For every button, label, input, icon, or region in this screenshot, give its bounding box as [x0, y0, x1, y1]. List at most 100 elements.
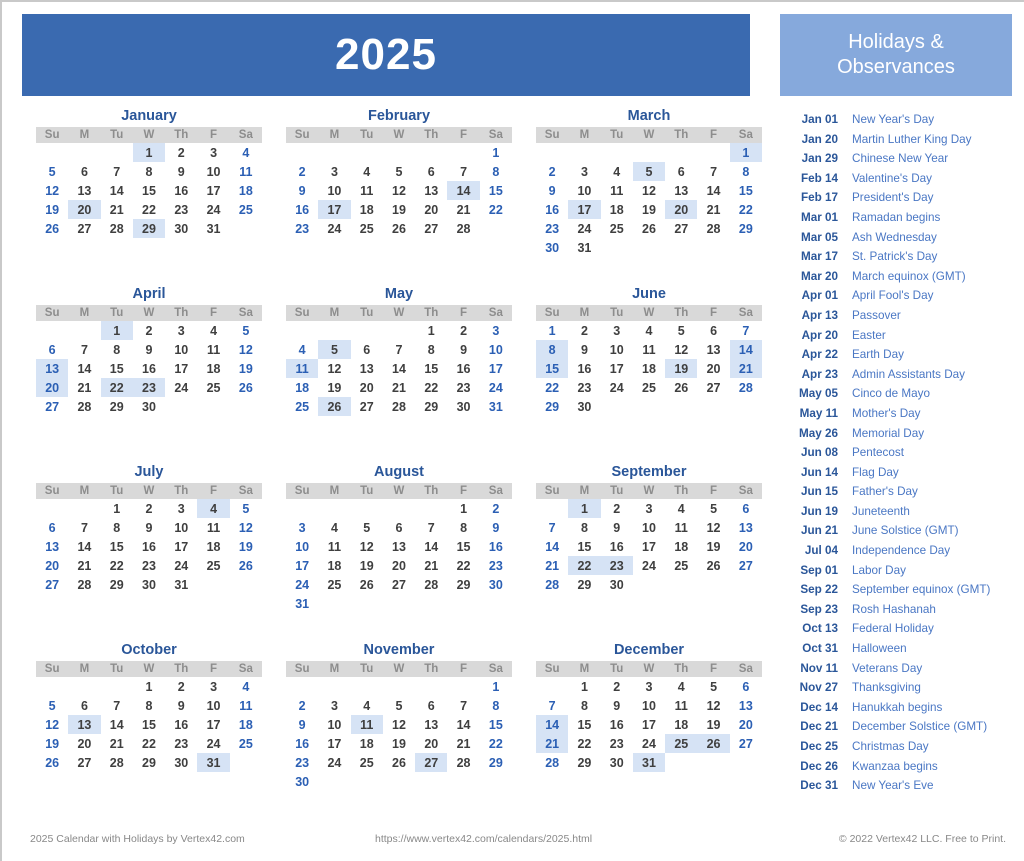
- day-cell[interactable]: 7: [536, 518, 568, 537]
- day-cell[interactable]: 27: [415, 753, 448, 772]
- day-cell[interactable]: 14: [729, 340, 762, 359]
- day-cell[interactable]: 28: [101, 753, 133, 772]
- day-cell[interactable]: 13: [68, 715, 101, 734]
- day-cell[interactable]: 21: [101, 200, 133, 219]
- day-cell[interactable]: 14: [101, 715, 133, 734]
- day-cell[interactable]: 17: [318, 200, 351, 219]
- day-cell[interactable]: 6: [415, 696, 447, 715]
- day-cell[interactable]: 29: [480, 753, 512, 772]
- day-cell[interactable]: 11: [318, 537, 350, 556]
- day-cell[interactable]: 8: [133, 696, 165, 715]
- day-cell[interactable]: 25: [230, 734, 262, 753]
- day-cell[interactable]: 26: [697, 734, 730, 753]
- day-cell[interactable]: 15: [133, 715, 165, 734]
- day-cell[interactable]: 18: [197, 359, 229, 378]
- day-cell[interactable]: 2: [568, 321, 600, 340]
- day-cell[interactable]: 16: [601, 715, 633, 734]
- day-cell[interactable]: 5: [697, 677, 729, 696]
- day-cell[interactable]: 20: [36, 378, 69, 397]
- day-cell[interactable]: 12: [383, 715, 415, 734]
- day-cell[interactable]: 8: [536, 340, 569, 359]
- day-cell[interactable]: 25: [197, 556, 229, 575]
- day-cell[interactable]: 1: [101, 499, 133, 518]
- day-cell[interactable]: 22: [568, 734, 600, 753]
- day-cell[interactable]: 13: [36, 359, 69, 378]
- day-cell[interactable]: 20: [730, 537, 762, 556]
- day-cell[interactable]: 21: [68, 556, 100, 575]
- day-cell[interactable]: 25: [230, 200, 262, 219]
- day-cell[interactable]: 21: [447, 200, 479, 219]
- day-cell[interactable]: 21: [536, 556, 568, 575]
- day-cell[interactable]: 12: [36, 181, 68, 200]
- footer-url[interactable]: https://www.vertex42.com/calendars/2025.…: [375, 833, 839, 845]
- day-cell[interactable]: 27: [36, 397, 68, 416]
- day-cell[interactable]: 9: [447, 340, 479, 359]
- day-cell[interactable]: 3: [633, 677, 665, 696]
- day-cell[interactable]: 28: [697, 219, 729, 238]
- day-cell[interactable]: 23: [165, 734, 197, 753]
- day-cell[interactable]: 4: [286, 340, 318, 359]
- day-cell[interactable]: 19: [383, 200, 415, 219]
- day-cell[interactable]: 29: [133, 753, 165, 772]
- day-cell[interactable]: 19: [230, 359, 262, 378]
- day-cell[interactable]: 22: [730, 200, 762, 219]
- day-cell[interactable]: 18: [230, 715, 262, 734]
- day-cell[interactable]: 11: [230, 162, 262, 181]
- day-cell[interactable]: 21: [729, 359, 762, 378]
- day-cell[interactable]: 19: [230, 537, 262, 556]
- day-cell[interactable]: 2: [447, 321, 479, 340]
- day-cell[interactable]: 19: [318, 378, 350, 397]
- day-cell[interactable]: 26: [697, 556, 729, 575]
- day-cell[interactable]: 17: [286, 556, 318, 575]
- day-cell[interactable]: 5: [230, 321, 262, 340]
- day-cell[interactable]: 15: [133, 181, 165, 200]
- day-cell[interactable]: 5: [36, 696, 68, 715]
- day-cell[interactable]: 12: [633, 181, 665, 200]
- day-cell[interactable]: 18: [601, 200, 633, 219]
- day-cell[interactable]: 21: [697, 200, 729, 219]
- day-cell[interactable]: 3: [197, 143, 229, 162]
- day-cell[interactable]: 10: [568, 181, 600, 200]
- day-cell[interactable]: 11: [633, 340, 665, 359]
- day-cell[interactable]: 24: [197, 200, 229, 219]
- day-cell[interactable]: 10: [318, 181, 350, 200]
- day-cell[interactable]: 2: [133, 321, 165, 340]
- day-cell[interactable]: 8: [133, 162, 165, 181]
- day-cell[interactable]: 16: [480, 537, 512, 556]
- day-cell[interactable]: 7: [68, 518, 100, 537]
- day-cell[interactable]: 21: [415, 556, 447, 575]
- day-cell[interactable]: 20: [36, 556, 68, 575]
- day-cell[interactable]: 2: [165, 677, 197, 696]
- day-cell[interactable]: 8: [480, 162, 512, 181]
- day-cell[interactable]: 18: [197, 537, 229, 556]
- day-cell[interactable]: 25: [197, 378, 229, 397]
- day-cell[interactable]: 11: [197, 518, 229, 537]
- day-cell[interactable]: 12: [697, 518, 729, 537]
- day-cell[interactable]: 14: [68, 537, 100, 556]
- day-cell[interactable]: 27: [68, 219, 100, 238]
- day-cell[interactable]: 17: [480, 359, 512, 378]
- day-cell[interactable]: 29: [447, 575, 479, 594]
- day-cell[interactable]: 29: [536, 397, 568, 416]
- day-cell[interactable]: 20: [730, 715, 762, 734]
- day-cell[interactable]: 5: [36, 162, 68, 181]
- day-cell[interactable]: 17: [165, 537, 197, 556]
- day-cell[interactable]: 27: [415, 219, 447, 238]
- day-cell[interactable]: 2: [536, 162, 568, 181]
- day-cell[interactable]: 1: [100, 321, 133, 340]
- day-cell[interactable]: 21: [447, 734, 479, 753]
- day-cell[interactable]: 14: [68, 359, 100, 378]
- day-cell[interactable]: 26: [633, 219, 665, 238]
- day-cell[interactable]: 4: [351, 162, 383, 181]
- day-cell[interactable]: 10: [165, 518, 197, 537]
- day-cell[interactable]: 23: [480, 556, 512, 575]
- day-cell[interactable]: 13: [36, 537, 68, 556]
- day-cell[interactable]: 23: [447, 378, 479, 397]
- day-cell[interactable]: 24: [197, 734, 229, 753]
- day-cell[interactable]: 18: [665, 537, 697, 556]
- day-cell[interactable]: 28: [730, 378, 762, 397]
- day-cell[interactable]: 5: [383, 696, 415, 715]
- day-cell[interactable]: 3: [601, 321, 633, 340]
- day-cell[interactable]: 27: [383, 575, 415, 594]
- day-cell[interactable]: 16: [165, 715, 197, 734]
